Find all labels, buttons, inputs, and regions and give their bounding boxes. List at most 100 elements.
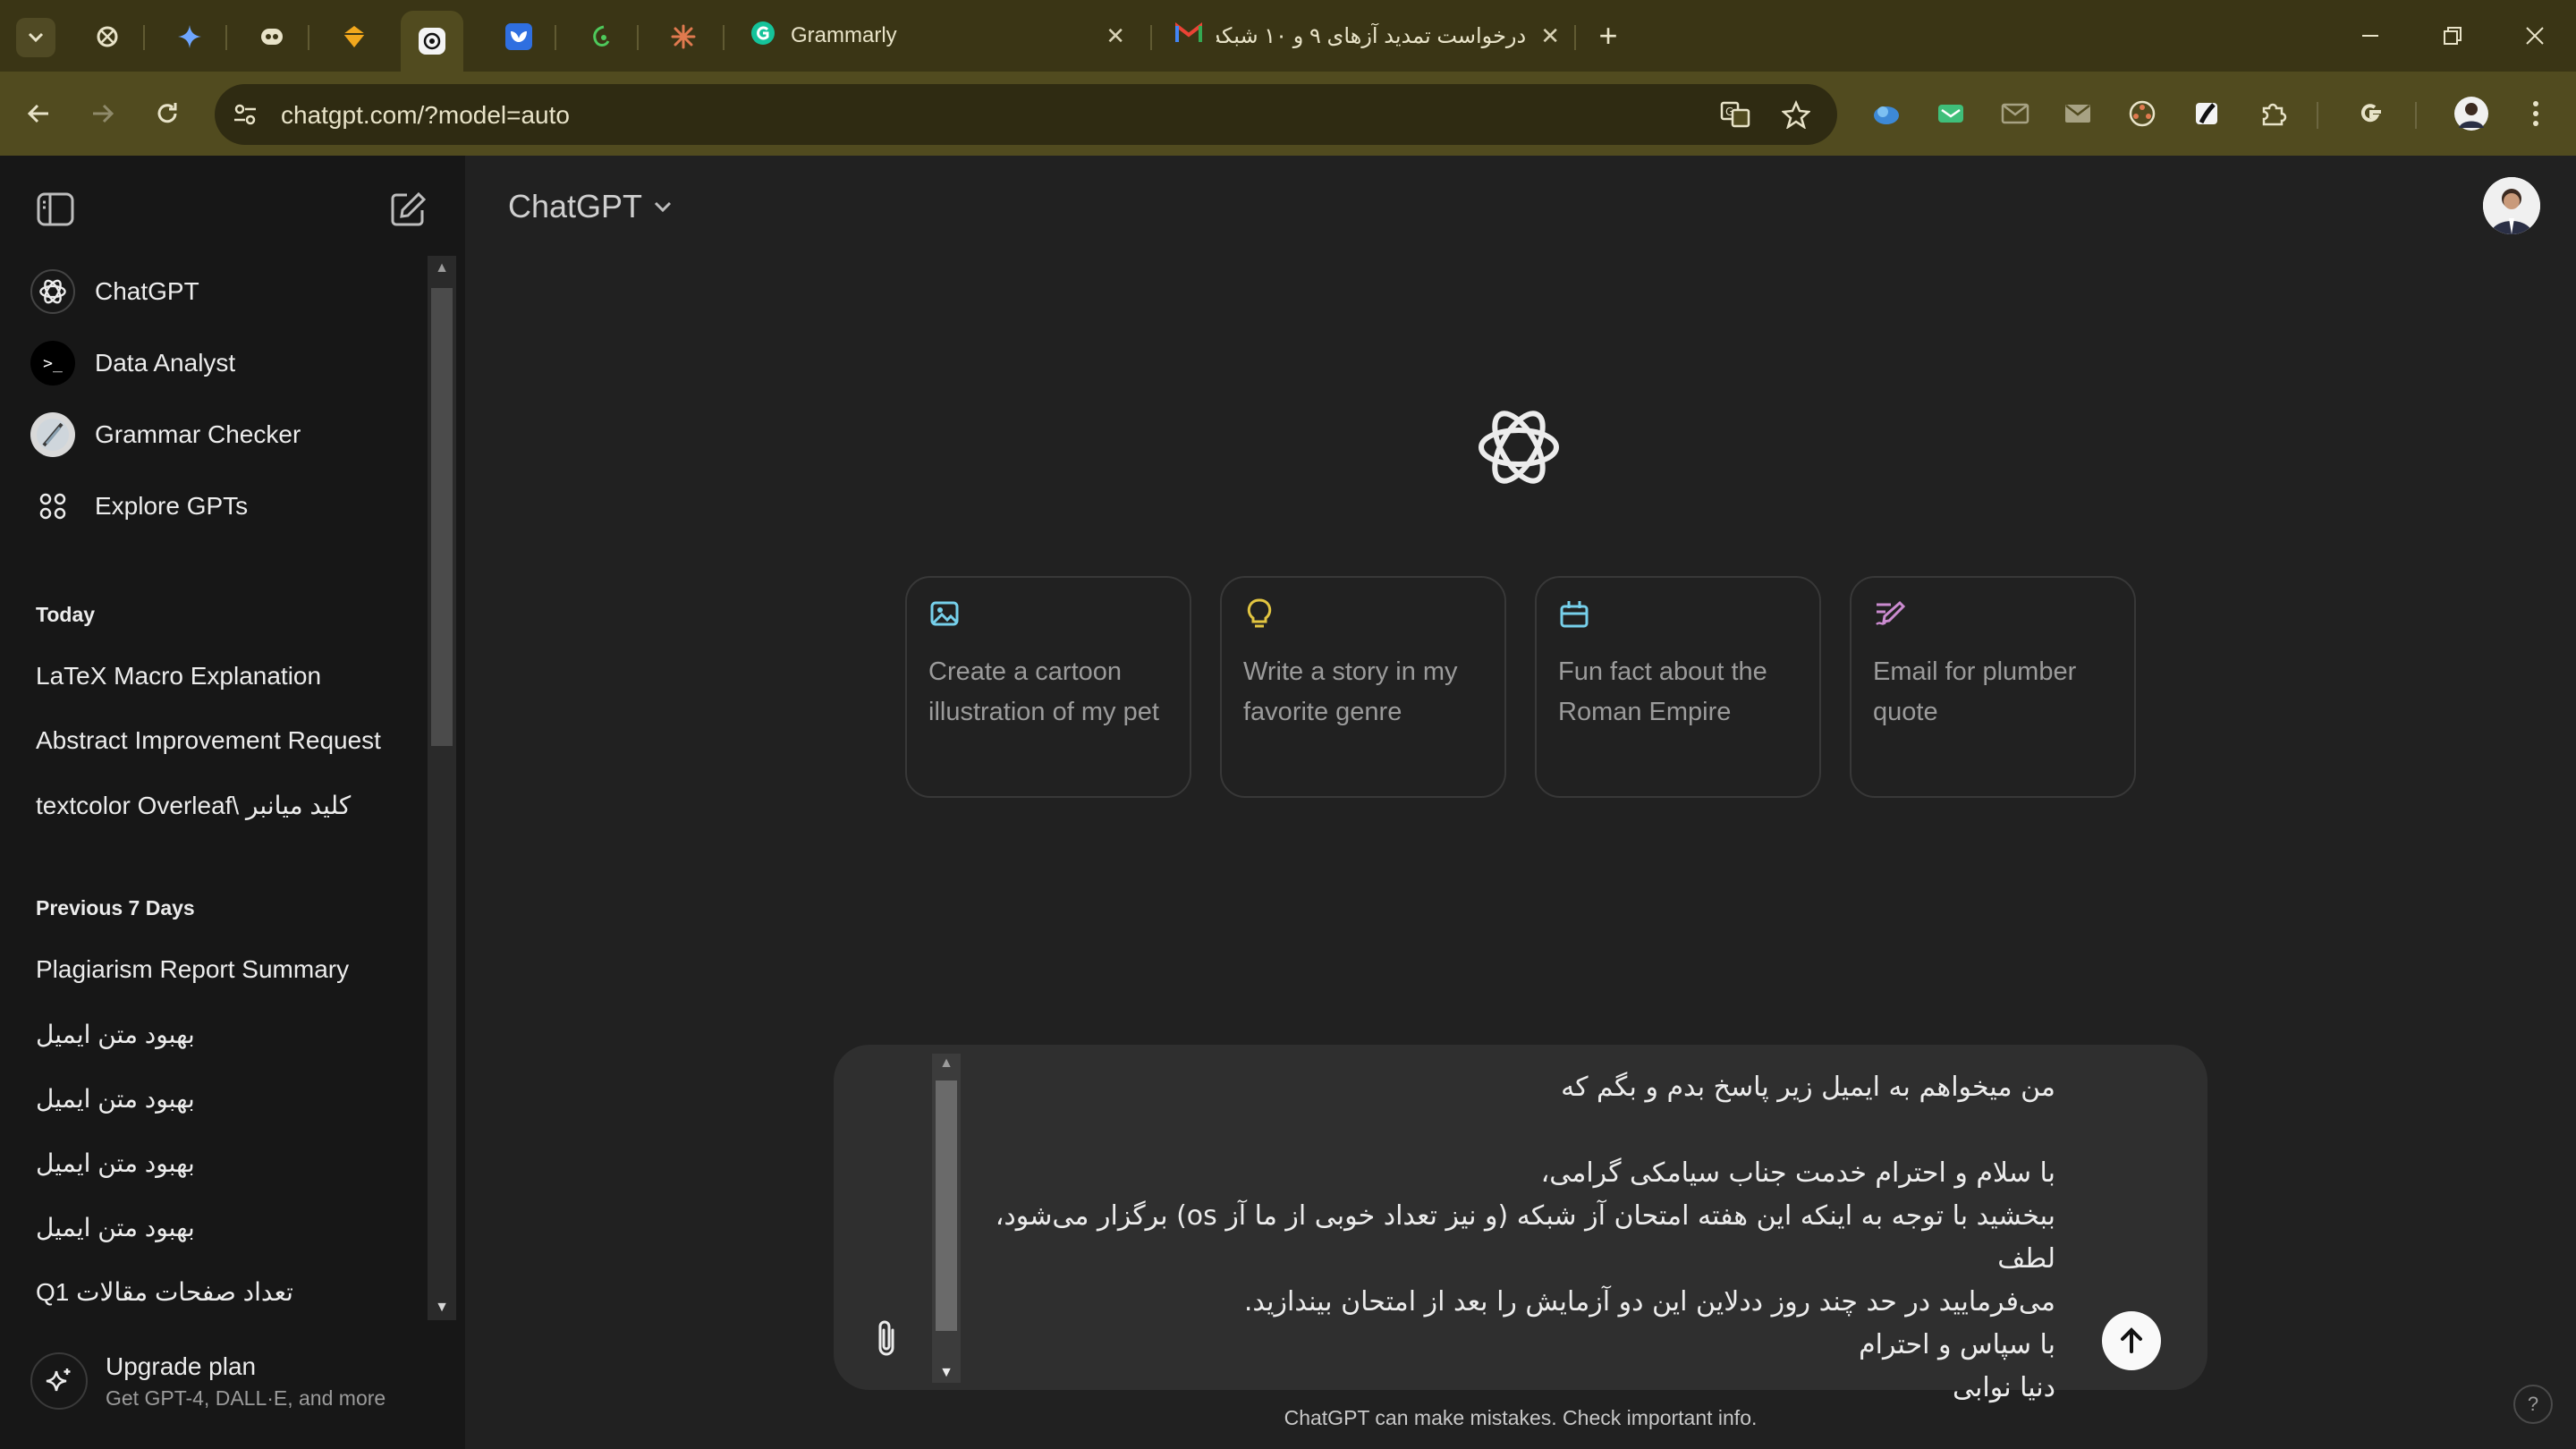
- address-bar[interactable]: chatgpt.com/?model=auto G: [215, 84, 1837, 145]
- pinned-tab-2[interactable]: [158, 14, 221, 59]
- user-avatar[interactable]: [2483, 177, 2540, 234]
- tab-icon-4: [341, 23, 368, 50]
- history-item[interactable]: تعداد صفحات مقالات Q1: [36, 1277, 293, 1307]
- suggestion-card[interactable]: Fun fact about the Roman Empire: [1535, 576, 1821, 798]
- pinned-tab-1[interactable]: [76, 14, 139, 59]
- minimize-button[interactable]: [2334, 13, 2406, 59]
- forward-button[interactable]: [80, 91, 125, 136]
- translate-icon[interactable]: G: [1717, 97, 1753, 132]
- sidebar-scrollbar[interactable]: ▲ ▼: [428, 256, 456, 1320]
- google-icon[interactable]: [2351, 93, 2392, 134]
- reload-button[interactable]: [145, 91, 190, 136]
- profile-avatar-icon[interactable]: [2451, 93, 2492, 134]
- message-line: من میخواهم به ایمیل زیر پاسخ بدم و بگم ک…: [1561, 1072, 2055, 1103]
- history-item[interactable]: textcolor Overleaf\ کلید میانبر: [36, 791, 420, 820]
- chatgpt-icon: [419, 28, 445, 55]
- suggestion-card[interactable]: Write a story in my favorite genre: [1220, 576, 1506, 798]
- suggestion-text: Email for plumber quote: [1873, 657, 2077, 726]
- close-icon: [2526, 27, 2544, 45]
- chevron-down-icon: [654, 201, 672, 213]
- scroll-down-icon[interactable]: ▼: [428, 1295, 456, 1320]
- sidebar-item-explore-gpts[interactable]: Explore GPTs: [30, 478, 415, 535]
- upgrade-plan-button[interactable]: Upgrade plan Get GPT-4, DALL·E, and more: [30, 1336, 424, 1426]
- pinned-tab-3[interactable]: [241, 14, 303, 59]
- history-item[interactable]: Plagiarism Report Summary: [36, 955, 420, 984]
- history-item[interactable]: بهبود متن ایمیل: [36, 1213, 195, 1242]
- mail-icon[interactable]: [1995, 93, 2036, 134]
- scroll-up-icon[interactable]: ▲: [932, 1055, 961, 1072]
- composer-scrollbar[interactable]: ▲ ▼: [932, 1054, 961, 1383]
- close-window-button[interactable]: [2499, 13, 2571, 59]
- grammarly-icon: [750, 20, 776, 53]
- arrow-left-icon: [27, 104, 48, 123]
- url-text[interactable]: chatgpt.com/?model=auto: [281, 101, 570, 130]
- mail-filled-icon[interactable]: [2057, 93, 2098, 134]
- sidebar-item-label: ChatGPT: [95, 277, 199, 305]
- toggle-sidebar-button[interactable]: [32, 186, 79, 233]
- scrollbar-thumb[interactable]: [431, 288, 453, 746]
- extensions-puzzle-icon[interactable]: [2252, 93, 2293, 134]
- new-chat-button[interactable]: [385, 186, 431, 233]
- history-item[interactable]: بهبود متن ایمیل: [36, 1020, 195, 1049]
- sidebar-item-grammar-checker[interactable]: Grammar Checker: [30, 406, 415, 463]
- history-heading-previous-7-days: Previous 7 Days: [36, 896, 195, 919]
- suggestion-card[interactable]: Email for plumber quote: [1850, 576, 2136, 798]
- suggestion-card[interactable]: Create a cartoon illustration of my pet: [905, 576, 1191, 798]
- pinned-tab-6[interactable]: [487, 14, 550, 59]
- history-item[interactable]: Abstract Improvement Request: [36, 726, 420, 755]
- extension-icon-1[interactable]: [1866, 93, 1907, 134]
- tab-title: Grammarly: [791, 23, 897, 47]
- model-selector[interactable]: ChatGPT: [508, 188, 673, 225]
- film-reel-icon[interactable]: [2122, 93, 2163, 134]
- pen-icon: [1876, 600, 1906, 625]
- tab-icon-7: [588, 23, 614, 50]
- tab-close-icon[interactable]: ✕: [1540, 22, 1560, 50]
- bookmark-star-icon[interactable]: [1778, 97, 1814, 132]
- suggestion-text: Create a cartoon illustration of my pet: [928, 657, 1159, 726]
- tab-close-icon[interactable]: ✕: [1106, 22, 1125, 50]
- minimize-icon: [2362, 35, 2378, 37]
- history-item[interactable]: بهبود متن ایمیل: [36, 1148, 195, 1178]
- main-panel: ChatGPT Create a cartoon illustration of…: [465, 156, 2576, 1449]
- sparkle-icon: [30, 1352, 88, 1410]
- sidebar-item-data-analyst[interactable]: >_ Data Analyst: [30, 335, 415, 392]
- back-button[interactable]: [16, 91, 61, 136]
- disclaimer-text: ChatGPT can make mistakes. Check importa…: [1284, 1406, 1758, 1429]
- chatgpt-logo-icon: [30, 269, 75, 314]
- message-line: با سلام و احترام خدمت جناب سیامکی گرامی،: [1540, 1157, 2055, 1189]
- chevron-down-icon: [28, 32, 44, 43]
- reload-icon: [157, 103, 177, 123]
- avatar-icon: [2483, 177, 2540, 234]
- help-button[interactable]: ?: [2513, 1385, 2553, 1424]
- sidebar-item-chatgpt[interactable]: ChatGPT: [30, 263, 415, 320]
- extension-icon-6[interactable]: [2186, 93, 2227, 134]
- pinned-tab-7[interactable]: [570, 14, 632, 59]
- extension-icon-2[interactable]: [1930, 93, 1971, 134]
- scroll-down-icon[interactable]: ▼: [932, 1365, 961, 1381]
- restore-button[interactable]: [2417, 13, 2488, 59]
- message-composer[interactable]: من میخواهم به ایمیل زیر پاسخ بدم و بگم ک…: [834, 1045, 2207, 1403]
- sidebar-item-label: Explore GPTs: [95, 492, 249, 520]
- history-item[interactable]: LaTeX Macro Explanation: [36, 662, 420, 691]
- scroll-up-icon[interactable]: ▲: [428, 256, 456, 281]
- pinned-tab-4[interactable]: [323, 14, 386, 59]
- tab-grammarly[interactable]: Grammarly ✕: [733, 11, 1141, 61]
- claude-icon: [670, 23, 697, 50]
- tab-search-button[interactable]: [16, 18, 55, 57]
- grid-icon: [30, 484, 75, 529]
- message-input[interactable]: من میخواهم به ایمیل زیر پاسخ بدم و بگم ک…: [977, 1066, 2055, 1410]
- scrollbar-thumb[interactable]: [936, 1080, 957, 1331]
- history-item[interactable]: بهبود متن ایمیل: [36, 1084, 195, 1114]
- browser-menu-icon[interactable]: [2515, 93, 2556, 134]
- pinned-tab-chatgpt-active[interactable]: [401, 11, 463, 72]
- site-info-icon[interactable]: [229, 98, 261, 131]
- tab-icon-3: [258, 23, 285, 50]
- arrow-up-icon: [2121, 1327, 2142, 1353]
- send-button[interactable]: [2102, 1311, 2161, 1370]
- tab-gmail[interactable]: درخواست تمدید آزهای ۹ و ۱۰ شبکه ✕: [1159, 11, 1576, 61]
- attach-button[interactable]: [864, 1313, 909, 1363]
- browser-toolbar: chatgpt.com/?model=auto G: [0, 72, 2576, 156]
- pinned-tab-8[interactable]: [652, 14, 715, 59]
- message-line-blank: [977, 1109, 2055, 1152]
- new-tab-button[interactable]: +: [1590, 16, 1626, 55]
